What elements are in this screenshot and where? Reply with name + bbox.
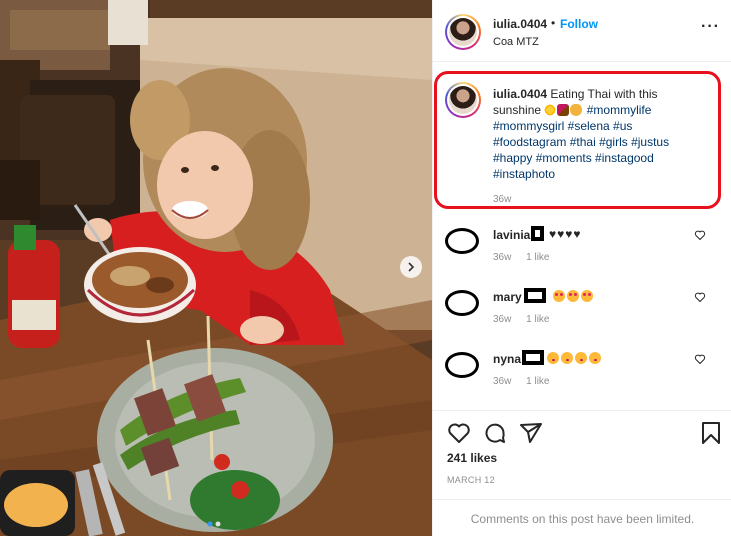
commenter-avatar[interactable] [445, 290, 479, 316]
photo-illustration [0, 0, 432, 536]
author-username[interactable]: iulia.0404 [493, 17, 547, 31]
heart-icon[interactable] [694, 229, 706, 241]
comment-likes[interactable]: 1 like [526, 314, 549, 325]
kiss-emoji-icon [547, 352, 559, 364]
comment-time: 36w [493, 376, 512, 387]
heart-eyes-emoji-icon [567, 290, 579, 302]
heart-eyes-emoji-icon [553, 290, 565, 302]
commenter-username[interactable]: mary [493, 290, 522, 304]
commenter-username[interactable]: lavinia [493, 228, 530, 242]
heart-icon[interactable] [694, 353, 706, 365]
comment-item: nyna 36w 1 like [433, 346, 731, 398]
separator-dot: • [551, 16, 556, 30]
post-photo[interactable] [0, 0, 432, 536]
comment-likes[interactable]: 1 like [526, 252, 549, 263]
comment-meta: 36w 1 like [493, 252, 550, 263]
redaction-box [522, 350, 544, 365]
comment-item: mary 36w 1 like [433, 284, 731, 336]
kiss-emoji-icon [561, 352, 573, 364]
next-photo-button[interactable] [400, 256, 422, 278]
like-heart-icon[interactable] [447, 421, 471, 445]
redaction-box [531, 226, 544, 241]
comment-meta: 36w 1 like [493, 376, 550, 387]
comment-text [547, 351, 603, 365]
comment-text: ♥♥♥♥ [549, 227, 582, 241]
comment-text [553, 289, 595, 303]
comments-limited-notice: Comments on this post have been limited. [433, 499, 731, 536]
post-actions: 241 likes MARCH 12 Comments on this post… [433, 410, 731, 536]
follow-button[interactable]: Follow [560, 17, 598, 31]
chevron-right-icon [408, 262, 415, 272]
comment-icon[interactable] [483, 421, 507, 445]
comment-time: 36w [493, 314, 512, 325]
bookmark-icon[interactable] [699, 421, 723, 445]
heart-eyes-emoji-icon [581, 290, 593, 302]
heart-icon[interactable] [694, 291, 706, 303]
comment-meta: 36w 1 like [493, 314, 550, 325]
redaction-box [524, 288, 546, 303]
kiss-emoji-icon [575, 352, 587, 364]
comment-time: 36w [493, 252, 512, 263]
share-icon[interactable] [519, 421, 543, 445]
comment-likes[interactable]: 1 like [526, 376, 549, 387]
commenter-username[interactable]: nyna [493, 352, 521, 366]
post-date: MARCH 12 [447, 475, 495, 485]
kiss-emoji-icon [589, 352, 601, 364]
author-avatar[interactable] [445, 14, 481, 50]
post-header: iulia.0404 • Follow Coa MTZ ··· [433, 0, 731, 62]
more-options-icon[interactable]: ··· [701, 19, 720, 35]
location-link[interactable]: Coa MTZ [493, 36, 539, 48]
commenter-avatar[interactable] [445, 228, 479, 254]
likes-count[interactable]: 241 likes [447, 451, 497, 465]
commenter-avatar[interactable] [445, 352, 479, 378]
comment-item: lavinia ♥♥♥♥ 36w 1 like [433, 222, 731, 274]
caption-highlight-box [434, 71, 721, 209]
